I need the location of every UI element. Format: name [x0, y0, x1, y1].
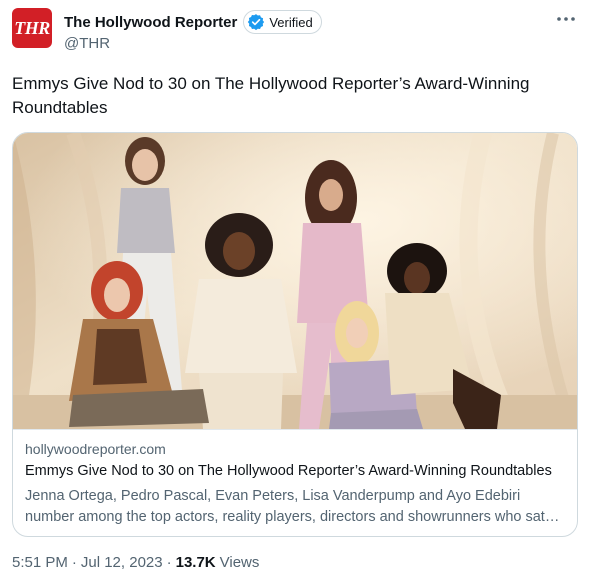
- more-horizontal-icon: [557, 17, 575, 21]
- views-count: 13.7K: [175, 554, 216, 571]
- link-preview-card[interactable]: hollywoodreporter.com Emmys Give Nod to …: [12, 132, 578, 537]
- card-domain: hollywoodreporter.com: [25, 441, 166, 457]
- meta-separator: ·: [71, 554, 77, 571]
- tweet-text: Emmys Give Nod to 30 on The Hollywood Re…: [12, 74, 530, 117]
- tweet-time[interactable]: 5:51 PM: [12, 554, 68, 571]
- tweet-date[interactable]: Jul 12, 2023: [81, 554, 163, 571]
- card-title: Emmys Give Nod to 30 on The Hollywood Re…: [25, 463, 552, 479]
- verified-label: Verified: [269, 14, 313, 30]
- tweet-header: THR The Hollywood Reporter Verified @THR: [12, 8, 583, 58]
- roundtable-photo: [13, 133, 577, 433]
- card-photo[interactable]: [13, 133, 577, 433]
- author-avatar[interactable]: THR: [12, 8, 52, 48]
- verified-check-icon: [248, 14, 265, 31]
- meta-separator: ·: [166, 554, 172, 571]
- card-text-area[interactable]: hollywoodreporter.com Emmys Give Nod to …: [13, 429, 577, 536]
- author-display-name[interactable]: The Hollywood Reporter: [64, 14, 237, 31]
- tweet-metadata: 5:51 PM · Jul 12, 2023 · 13.7K Views: [12, 554, 259, 571]
- author-handle[interactable]: @THR: [64, 35, 110, 52]
- author-name-row: The Hollywood Reporter Verified: [64, 10, 322, 34]
- verified-badge[interactable]: Verified: [243, 10, 322, 34]
- card-description: Jenna Ortega, Pedro Pascal, Evan Peters,…: [25, 488, 545, 525]
- more-options-button[interactable]: [555, 12, 577, 26]
- views-label: Views: [219, 554, 260, 571]
- avatar-logo-text: THR: [14, 17, 50, 38]
